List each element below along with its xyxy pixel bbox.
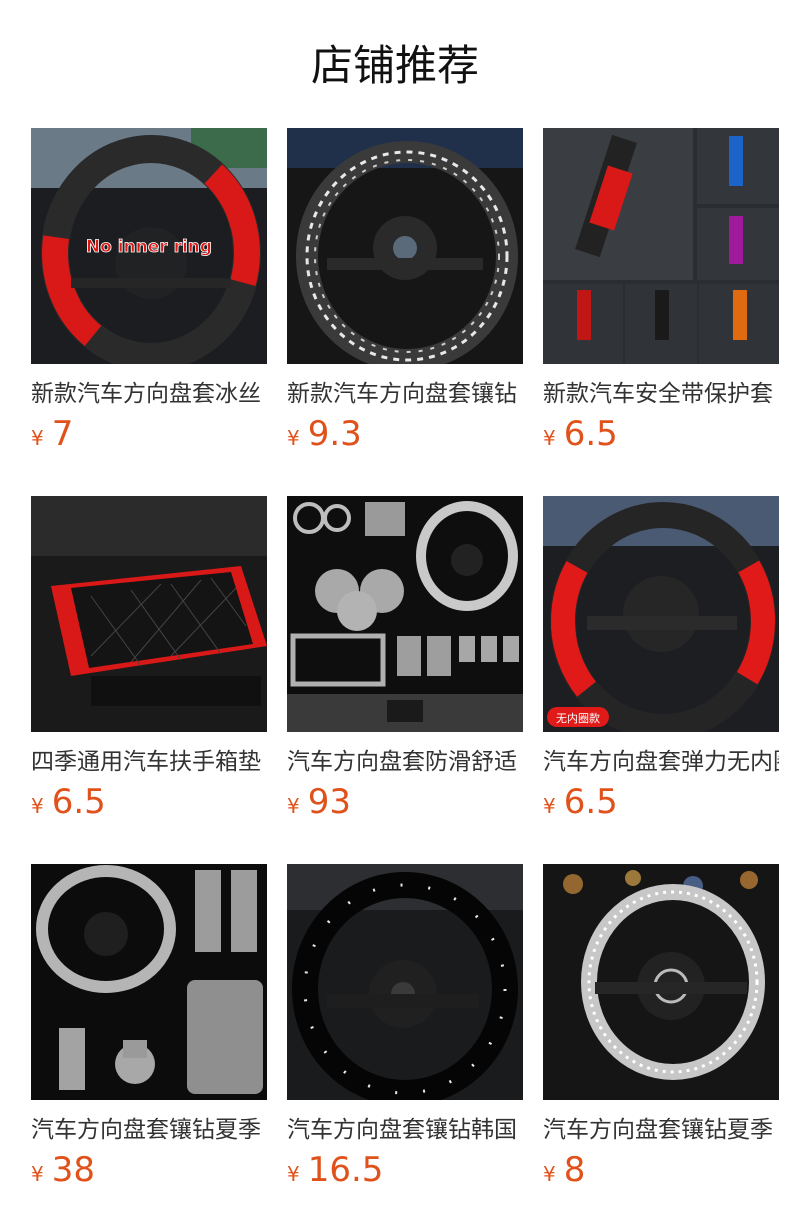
black-studded-steering-wheel-cover-icon xyxy=(287,864,523,1100)
product-card[interactable]: 汽车方向盘套防滑舒适 ¥93 xyxy=(287,496,523,826)
product-price: ¥93 xyxy=(287,782,351,822)
product-name[interactable]: 汽车方向盘套镶钻夏季 xyxy=(31,1114,267,1146)
product-price: ¥6.5 xyxy=(543,414,618,454)
image-overlay-label: 无内圈款 xyxy=(556,711,600,725)
currency-symbol: ¥ xyxy=(31,794,44,818)
currency-symbol: ¥ xyxy=(543,1162,556,1186)
product-price: ¥38 xyxy=(31,1150,95,1190)
product-image[interactable] xyxy=(31,496,267,732)
product-card[interactable]: 汽车方向盘套镶钻夏季 ¥38 xyxy=(31,864,267,1194)
product-image[interactable] xyxy=(31,864,267,1100)
page-title: 店铺推荐 xyxy=(310,41,479,90)
image-overlay-label: No inner ring xyxy=(86,237,212,257)
product-name[interactable]: 汽车方向盘套防滑舒适 xyxy=(287,746,523,778)
steering-wheel-cover-red-carbon-icon: 无内圈款 xyxy=(543,496,779,732)
steering-wheel-cover-red-black-icon: No inner ring xyxy=(31,128,267,364)
product-price: ¥9.3 xyxy=(287,414,362,454)
currency-symbol: ¥ xyxy=(287,426,300,450)
price-amount: 93 xyxy=(307,782,351,822)
product-price: ¥8 xyxy=(543,1150,585,1190)
product-price: ¥6.5 xyxy=(31,782,106,822)
currency-symbol: ¥ xyxy=(31,426,44,450)
product-name[interactable]: 四季通用汽车扶手箱垫 xyxy=(31,746,267,778)
armrest-cushion-icon xyxy=(31,496,267,732)
product-name[interactable]: 汽车方向盘套镶钻韩国 xyxy=(287,1114,523,1146)
product-image[interactable]: No inner ring xyxy=(31,128,267,364)
product-name[interactable]: 新款汽车安全带保护套 xyxy=(543,378,779,410)
product-card[interactable]: 四季通用汽车扶手箱垫 ¥6.5 xyxy=(31,496,267,826)
rhinestone-accessory-set-icon xyxy=(287,496,523,732)
product-price: ¥6.5 xyxy=(543,782,618,822)
price-amount: 6.5 xyxy=(51,782,106,822)
currency-symbol: ¥ xyxy=(287,1162,300,1186)
product-card[interactable]: 汽车方向盘套镶钻韩国 ¥16.5 xyxy=(287,864,523,1194)
product-card[interactable]: No inner ring 新款汽车方向盘套冰丝 ¥7 xyxy=(31,128,267,458)
rhinestone-steering-wheel-cover-icon xyxy=(287,128,523,364)
product-image[interactable] xyxy=(287,864,523,1100)
product-image[interactable] xyxy=(543,864,779,1100)
product-image[interactable] xyxy=(287,128,523,364)
product-image[interactable] xyxy=(543,128,779,364)
rhinestone-interior-set-icon xyxy=(31,864,267,1100)
currency-symbol: ¥ xyxy=(287,794,300,818)
product-name[interactable]: 汽车方向盘套弹力无内圈 xyxy=(543,746,779,778)
product-name[interactable]: 新款汽车方向盘套冰丝 xyxy=(31,378,267,410)
product-name[interactable]: 汽车方向盘套镶钻夏季 xyxy=(543,1114,779,1146)
price-amount: 16.5 xyxy=(307,1150,384,1190)
product-card[interactable]: 无内圈款 汽车方向盘套弹力无内圈 ¥6.5 xyxy=(543,496,779,826)
price-amount: 38 xyxy=(51,1150,95,1190)
product-price: ¥16.5 xyxy=(287,1150,383,1190)
product-card[interactable]: 汽车方向盘套镶钻夏季 ¥8 xyxy=(543,864,779,1194)
currency-symbol: ¥ xyxy=(543,426,556,450)
currency-symbol: ¥ xyxy=(31,1162,44,1186)
price-amount: 8 xyxy=(563,1150,586,1190)
price-amount: 7 xyxy=(51,414,74,454)
product-card[interactable]: 新款汽车安全带保护套 ¥6.5 xyxy=(543,128,779,458)
currency-symbol: ¥ xyxy=(543,794,556,818)
product-card[interactable]: 新款汽车方向盘套镶钻 ¥9.3 xyxy=(287,128,523,458)
seat-belt-cover-icon xyxy=(543,128,779,364)
product-name[interactable]: 新款汽车方向盘套镶钻 xyxy=(287,378,523,410)
product-image[interactable]: 无内圈款 xyxy=(543,496,779,732)
price-amount: 9.3 xyxy=(307,414,362,454)
price-amount: 6.5 xyxy=(563,782,618,822)
silver-rhinestone-steering-wheel-cover-icon xyxy=(543,864,779,1100)
product-image[interactable] xyxy=(287,496,523,732)
price-amount: 6.5 xyxy=(563,414,618,454)
product-price: ¥7 xyxy=(31,414,73,454)
